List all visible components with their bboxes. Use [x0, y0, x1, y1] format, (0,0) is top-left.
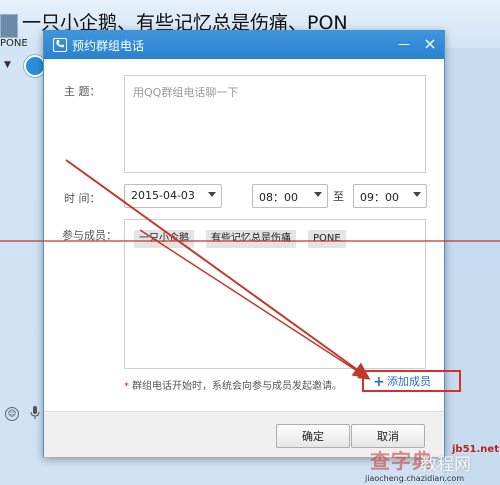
invite-notice: * 群组电话开始时，系统会向参与成员发起邀请。: [124, 377, 342, 392]
required-star: *: [124, 381, 129, 392]
plus-icon: +: [373, 374, 385, 390]
dialog-titlebar[interactable]: 预约群组电话 — ×: [44, 31, 444, 59]
date-select[interactable]: 2015-04-03: [124, 184, 222, 208]
close-icon[interactable]: ×: [422, 36, 438, 52]
topic-placeholder: 用QQ群组电话聊一下: [133, 86, 239, 99]
group-avatar: [0, 14, 18, 38]
schedule-group-call-dialog: 预约群组电话 — × 主 题： 用QQ群组电话聊一下 时 间： 2015-04-…: [43, 30, 461, 457]
minimize-icon[interactable]: —: [396, 37, 412, 53]
add-member-label: 添加成员: [387, 375, 431, 388]
phone-icon: [53, 38, 67, 52]
add-member-button[interactable]: + 添加成员: [362, 370, 461, 392]
member-chip[interactable]: 一只小企鹅: [134, 230, 194, 248]
member-chip[interactable]: 有些记忆总是伤痛: [206, 230, 296, 248]
end-time-select[interactable]: 09：00: [353, 184, 427, 208]
member-chip[interactable]: PONE: [308, 230, 346, 248]
topic-input[interactable]: 用QQ群组电话聊一下: [124, 75, 426, 173]
members-list[interactable]: 一只小企鹅 有些记忆总是伤痛 PONE: [124, 219, 426, 369]
members-label: 参与成员：: [62, 229, 117, 242]
to-label: 至: [333, 190, 344, 203]
start-time-select[interactable]: 08：00: [252, 184, 328, 208]
watermark-brand: jb51.net: [452, 444, 499, 455]
start-time-value: 08：00: [259, 191, 298, 204]
chevron-down-icon: [314, 192, 322, 197]
chevron-down-icon: [413, 192, 421, 197]
side-panel: [444, 48, 500, 485]
date-value: 2015-04-03: [131, 189, 195, 202]
chevron-down-icon: [208, 192, 216, 197]
ok-button[interactable]: 确定: [276, 424, 350, 448]
time-label: 时 间：: [64, 192, 101, 205]
microphone-icon[interactable]: [30, 406, 40, 420]
chat-subtitle: PONE: [0, 38, 28, 49]
dialog-title: 预约群组电话: [72, 39, 145, 53]
chevron-down-icon[interactable]: ▼: [4, 60, 11, 70]
notice-text: 群组电话开始时，系统会向参与成员发起邀请。: [132, 381, 342, 392]
emoji-icon[interactable]: ☺: [5, 407, 19, 421]
end-time-value: 09：00: [360, 191, 399, 204]
watermark-url: jiaocheng.chazidian.com: [365, 474, 465, 483]
topic-label: 主 题：: [64, 85, 101, 98]
